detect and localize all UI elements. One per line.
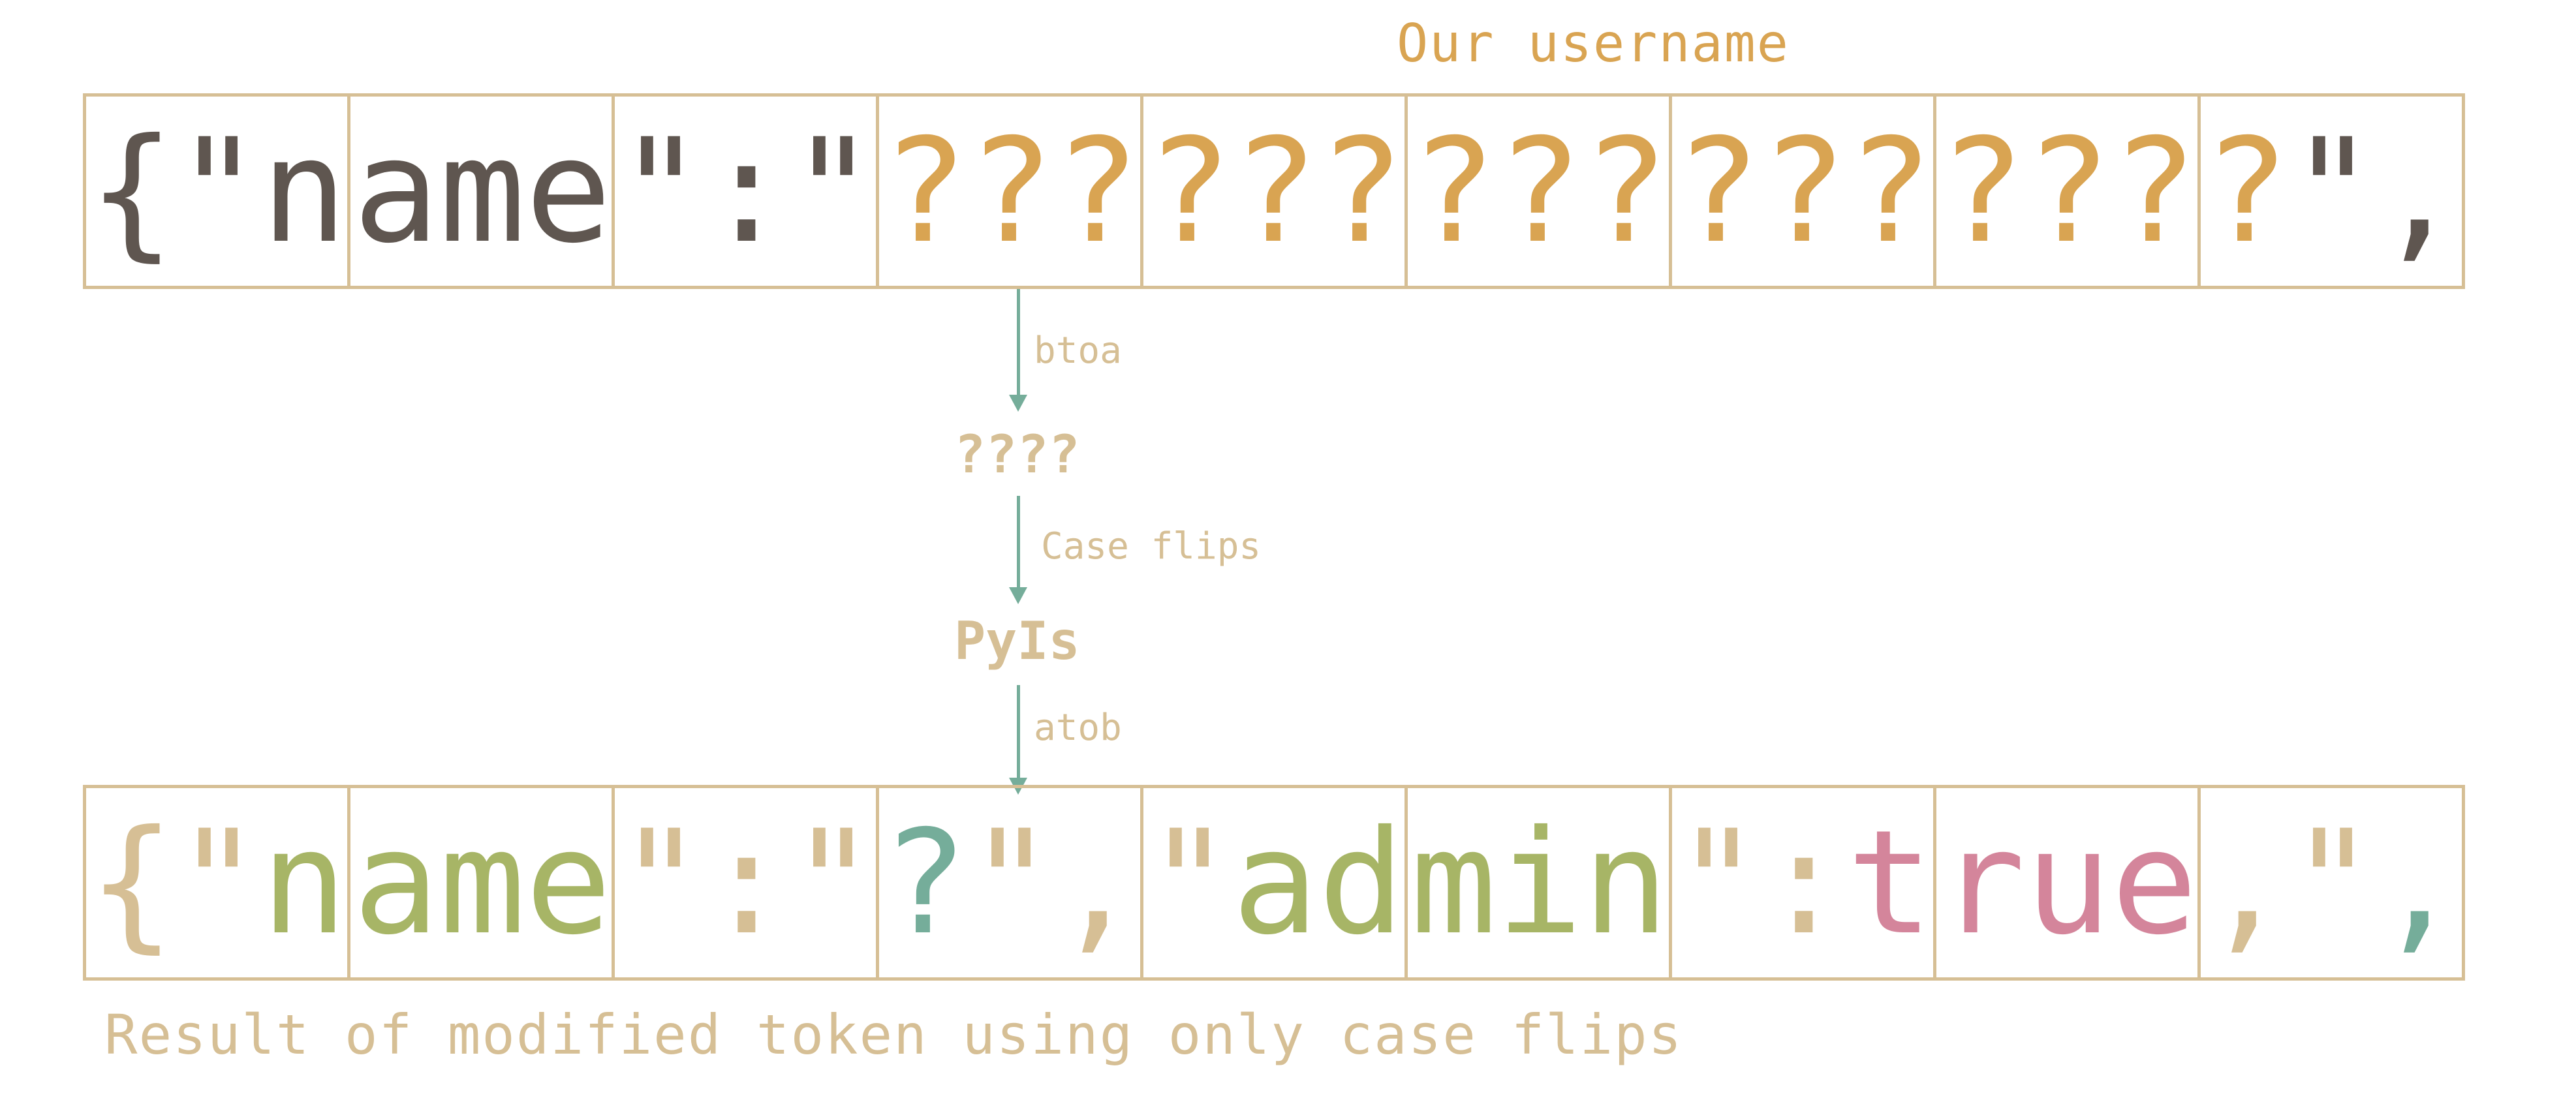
- token-char: {: [88, 799, 175, 966]
- token-block: ???: [1933, 93, 2201, 289]
- atob-label: atob: [1034, 707, 1122, 749]
- token-char: n: [260, 108, 347, 275]
- token-char: e: [525, 108, 612, 275]
- token-char: ?: [1582, 108, 1669, 275]
- token-char: ?: [1496, 108, 1583, 275]
- token-char: ?: [1145, 108, 1232, 275]
- token-char: ": [617, 799, 704, 966]
- token-block: ame: [347, 93, 615, 289]
- token-char: ": [1674, 799, 1761, 966]
- token-char: ": [967, 799, 1054, 966]
- token-char: ": [789, 799, 876, 966]
- token-char: ": [2289, 108, 2376, 275]
- case-flips-arrow: [1017, 496, 1020, 592]
- token-block: , ",: [2197, 785, 2465, 981]
- token-char: ?: [1938, 108, 2025, 275]
- token-char: ": [1145, 799, 1232, 966]
- token-char: e: [2111, 799, 2197, 966]
- token-char: r: [1938, 799, 2025, 966]
- username-label: Our username: [1397, 13, 1790, 74]
- atob-arrow: [1017, 685, 1020, 783]
- token-char: ?: [881, 108, 968, 275]
- token-char: ": [617, 108, 704, 275]
- token-char: :: [1760, 799, 1847, 966]
- token-block: rue: [1933, 785, 2201, 981]
- token-block: ???: [1404, 93, 1672, 289]
- token-char: :: [703, 799, 790, 966]
- token-block: ? ",: [876, 785, 1143, 981]
- token-block: ???: [1669, 93, 1936, 289]
- token-char: ,: [1053, 799, 1140, 966]
- token-block: ": ": [612, 785, 879, 981]
- token-block: {" n: [83, 785, 350, 981]
- token-char: ,: [2203, 799, 2289, 966]
- token-char: a: [352, 799, 439, 966]
- token-char: a: [352, 108, 439, 275]
- token-char: m: [439, 799, 525, 966]
- token-char: i: [1496, 799, 1583, 966]
- original-token-row: {" n a m e ": "???????????????? ",: [83, 93, 2489, 289]
- token-char: a: [1232, 799, 1318, 966]
- token-char: ?: [1846, 108, 1933, 275]
- token-char: ?: [881, 799, 968, 966]
- token-char: ?: [2025, 108, 2111, 275]
- token-block: ": ": [612, 93, 879, 289]
- token-char: t: [1846, 799, 1933, 966]
- token-char: ,: [2375, 108, 2462, 275]
- token-char: ,: [2375, 799, 2462, 966]
- token-char: m: [439, 108, 525, 275]
- token-block: ???: [1140, 93, 1408, 289]
- token-char: d: [1318, 799, 1404, 966]
- token-char: ": [174, 108, 261, 275]
- token-char: :: [703, 108, 790, 275]
- token-char: ?: [1410, 108, 1497, 275]
- token-block: {" n: [83, 93, 350, 289]
- token-block: ? ",: [2197, 93, 2465, 289]
- result-caption: Result of modified token using only case…: [104, 1003, 1683, 1067]
- modified-token-row: {" n a m e ": "? ", " a d m i n ": t r u e, ",: [83, 785, 2489, 981]
- token-char: ": [174, 799, 261, 966]
- token-block: ame: [347, 785, 615, 981]
- token-char: ?: [1053, 108, 1140, 275]
- btoa-arrow: [1017, 289, 1020, 400]
- token-block: " a d: [1140, 785, 1408, 981]
- token-block: ": t: [1669, 785, 1936, 981]
- token-char: ?: [967, 108, 1054, 275]
- btoa-arrowhead: [1009, 395, 1027, 412]
- case-flips-label: Case flips: [1041, 525, 1262, 568]
- token-char: ?: [1760, 108, 1847, 275]
- token-char: ?: [2203, 108, 2289, 275]
- token-block: ???: [876, 93, 1143, 289]
- btoa-label: btoa: [1034, 329, 1122, 372]
- btoa-result: ????: [954, 424, 1080, 485]
- token-char: ?: [2111, 108, 2197, 275]
- token-char: n: [1582, 799, 1669, 966]
- case-flips-arrowhead: [1009, 587, 1027, 604]
- token-char: e: [525, 799, 612, 966]
- token-block: min: [1404, 785, 1672, 981]
- token-char: ": [2289, 799, 2376, 966]
- token-char: ?: [1318, 108, 1404, 275]
- token-char: u: [2025, 799, 2111, 966]
- token-char: ?: [1674, 108, 1761, 275]
- case-flips-result: PyIs: [954, 611, 1080, 671]
- token-char: ?: [1232, 108, 1318, 275]
- token-char: n: [260, 799, 347, 966]
- token-char: ": [789, 108, 876, 275]
- token-char: m: [1410, 799, 1497, 966]
- token-char: {: [88, 108, 175, 275]
